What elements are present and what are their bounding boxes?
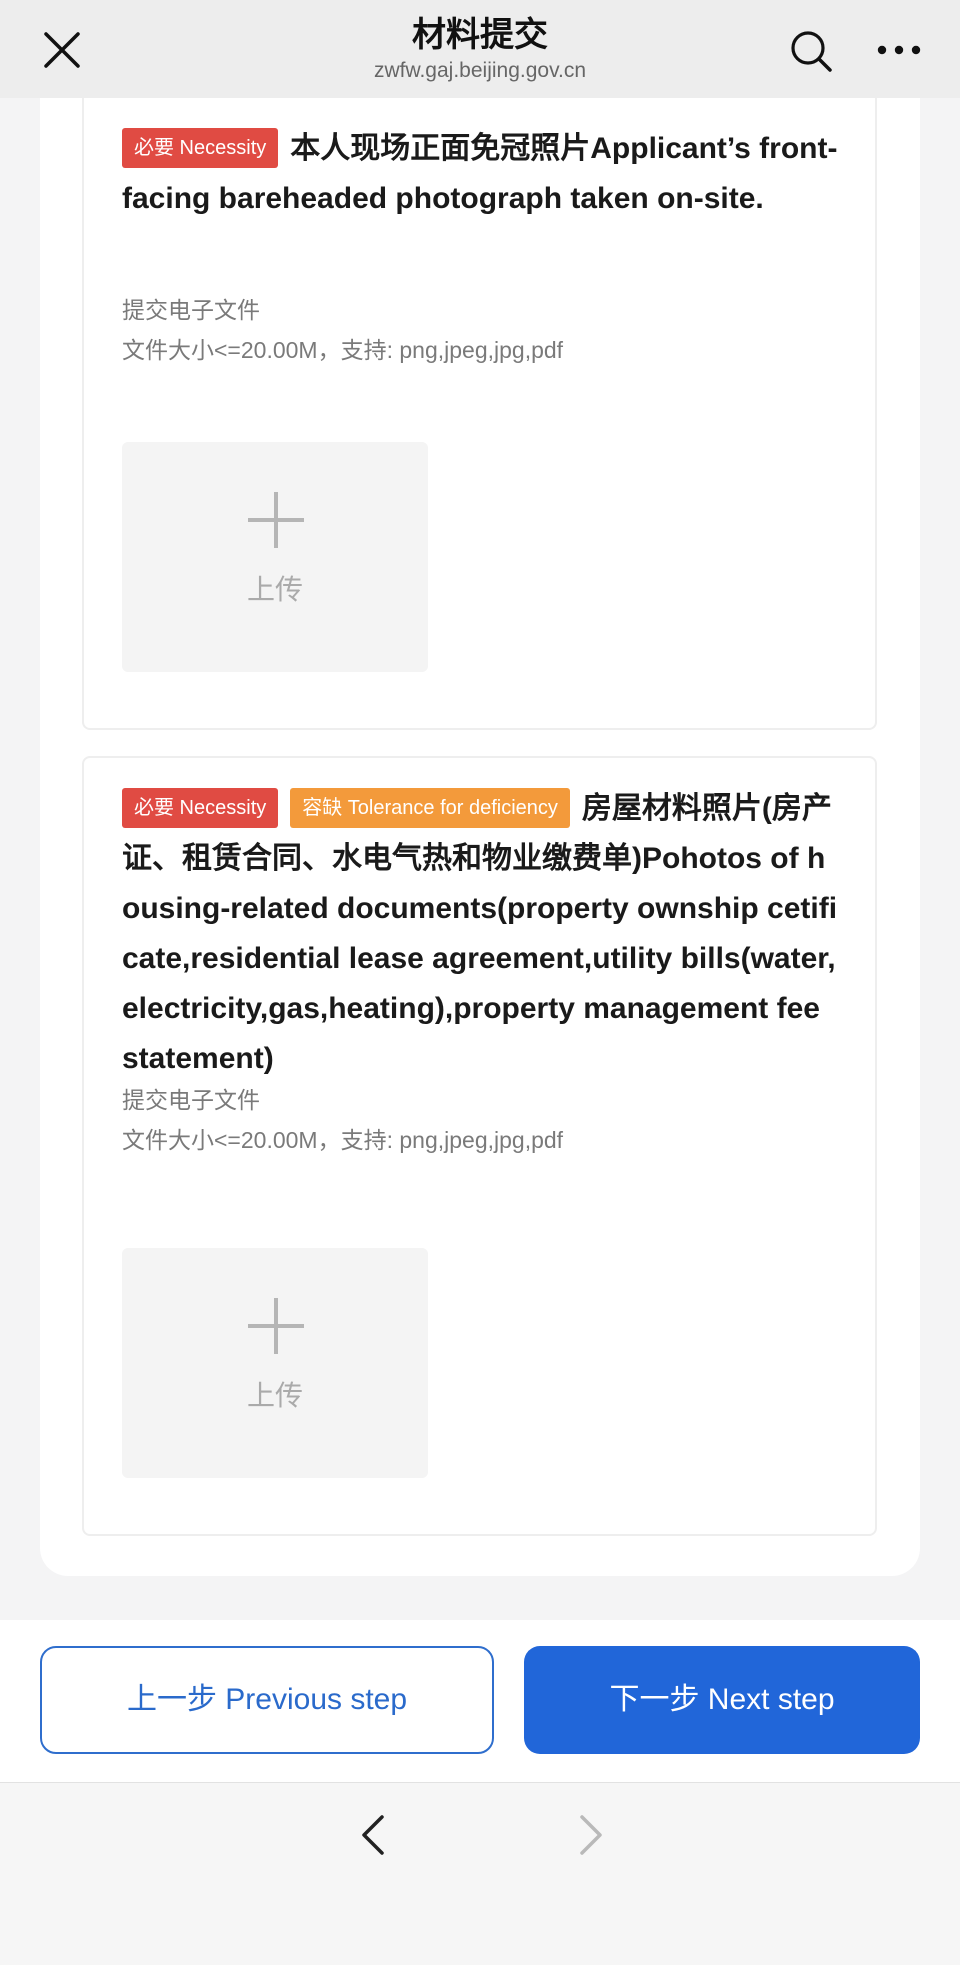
top-bar: 材料提交 zwfw.gaj.beijing.gov.cn (0, 0, 960, 98)
submit-type-text: 提交电子文件 (122, 297, 260, 323)
step-footer: 上一步 Previous step 下一步 Next step (0, 1620, 960, 1782)
tolerance-badge: 容缺 Tolerance for deficiency (290, 788, 570, 828)
file-requirements: 提交电子文件 文件大小<=20.00M，支持: png,jpeg,jpg,pdf (122, 290, 842, 370)
necessity-badge: 必要 Necessity (122, 788, 279, 828)
upload-button[interactable]: 上传 (122, 442, 428, 672)
material-title: 必要 Necessity 容缺 Tolerance for deficiency 房… (122, 784, 842, 1084)
next-step-button[interactable]: 下一步 Next step (524, 1646, 920, 1754)
material-card: 必要 Necessity 本人现场正面免冠照片Applicant’s front-… (82, 98, 877, 730)
more-icon[interactable] (874, 30, 924, 70)
material-title-text: 房屋材料照片(房产证、租赁合同、水电气热和物业缴费单)Pohotos of ho… (122, 792, 838, 1075)
file-rule-text: 文件大小<=20.00M，支持: png,jpeg,jpg,pdf (122, 337, 564, 363)
necessity-badge: 必要 Necessity (122, 128, 279, 168)
upload-label: 上传 (246, 574, 303, 605)
file-rule-text: 文件大小<=20.00M，支持: png,jpeg,jpg,pdf (122, 1127, 564, 1153)
browser-nav-bar (0, 1782, 960, 1965)
submit-type-text: 提交电子文件 (122, 1087, 260, 1113)
upload-label: 上传 (246, 1380, 303, 1411)
material-card: 必要 Necessity 容缺 Tolerance for deficiency 房… (82, 756, 877, 1536)
plus-icon (248, 1298, 304, 1354)
file-requirements: 提交电子文件 文件大小<=20.00M，支持: png,jpeg,jpg,pdf (122, 1080, 842, 1160)
forward-arrow-icon[interactable] (574, 1813, 608, 1857)
upload-button[interactable]: 上传 (122, 1248, 428, 1478)
material-title: 必要 Necessity 本人现场正面免冠照片Applicant’s front-… (122, 124, 842, 224)
search-icon[interactable] (788, 28, 834, 74)
back-arrow-icon[interactable] (356, 1813, 390, 1857)
previous-step-button[interactable]: 上一步 Previous step (40, 1646, 494, 1754)
materials-panel: 必要 Necessity 本人现场正面免冠照片Applicant’s front-… (40, 98, 920, 1576)
plus-icon (248, 492, 304, 548)
